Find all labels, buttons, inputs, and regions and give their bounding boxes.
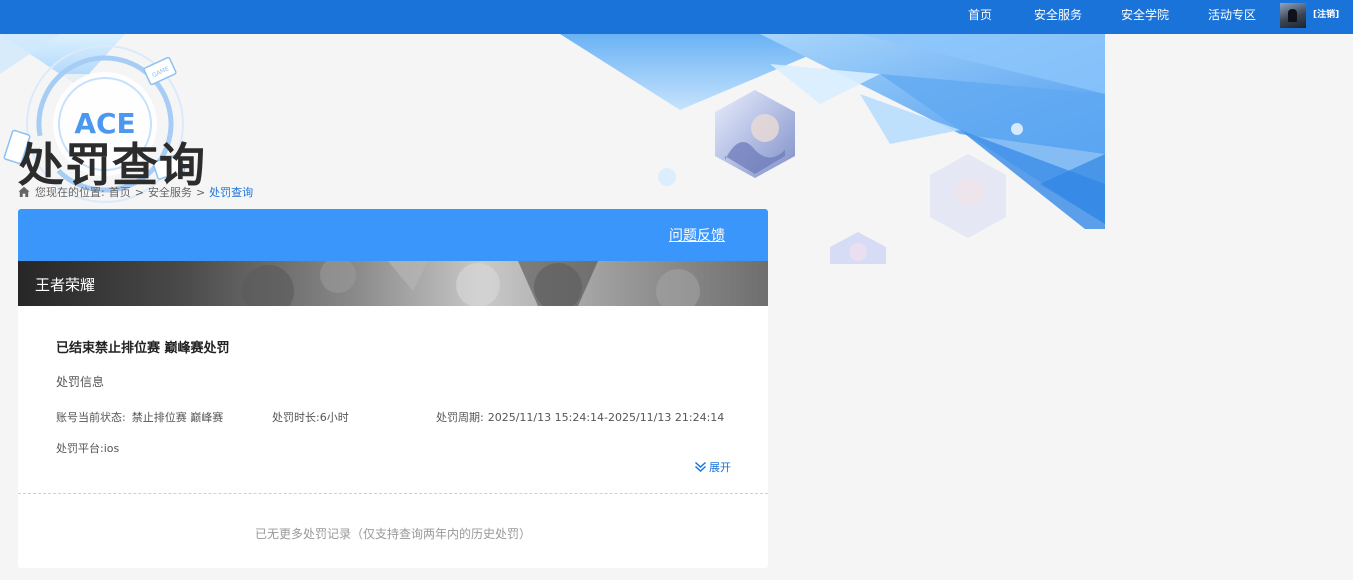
home-icon — [18, 186, 30, 197]
account-status-label: 账号当前状态: — [56, 411, 126, 424]
hero-portrait-hexagon-small — [830, 232, 886, 264]
penalty-platform-value: ios — [103, 442, 120, 455]
breadcrumb-separator: > — [134, 185, 144, 199]
hero-portrait-hexagon-faded — [930, 154, 1006, 238]
nav-item-security-services[interactable]: 安全服务 — [1034, 0, 1082, 34]
expand-button[interactable]: 展开 — [694, 459, 731, 475]
breadcrumb-separator: > — [195, 185, 206, 199]
nav-item-security-academy[interactable]: 安全学院 — [1121, 0, 1169, 34]
top-nav-bar: 首页 安全服务 安全学院 活动专区 [注销] — [0, 0, 1353, 34]
breadcrumb-security-services[interactable]: 安全服务 — [148, 184, 192, 200]
penalty-period-field: 处罚周期: 2025/11/13 15:24:14-2025/11/13 21:2… — [436, 409, 724, 425]
account-status-field: 账号当前状态: 禁止排位赛 巅峰赛 — [56, 409, 223, 425]
account-status-value: 禁止排位赛 巅峰赛 — [131, 411, 224, 424]
hero-portrait-hexagon — [715, 90, 795, 178]
record-divider — [18, 493, 768, 494]
penalty-duration-field: 处罚时长:6小时 — [272, 409, 349, 425]
game-characters-art — [242, 261, 700, 306]
penalty-platform-field: 处罚平台:ios — [56, 440, 119, 456]
card-header: 问题反馈 — [18, 209, 768, 261]
avatar[interactable] — [1280, 3, 1306, 28]
expand-label[interactable]: 展开 — [709, 459, 731, 475]
penalty-duration-value: 6小时 — [319, 411, 349, 424]
logout-link[interactable]: [注销] — [1313, 0, 1339, 34]
penalty-period-value: 2025/11/13 15:24:14-2025/11/13 21:24:14 — [487, 411, 725, 424]
game-name: 王者荣耀 — [35, 276, 96, 294]
nav-item-events[interactable]: 活动专区 — [1208, 0, 1256, 34]
penalty-card: 问题反馈 王者荣耀 已结束禁止排位赛 巅峰赛处罚 处罚信息 账号当前状态: 禁止排… — [18, 209, 768, 568]
no-more-records-text: 已无更多处罚记录（仅支持查询两年内的历史处罚） — [254, 527, 531, 541]
game-header-bar: 王者荣耀 — [18, 261, 768, 306]
nav-item-home[interactable]: 首页 — [968, 0, 992, 34]
record-title: 已结束禁止排位赛 巅峰赛处罚 — [56, 341, 230, 356]
breadcrumb-current[interactable]: 处罚查询 — [209, 184, 253, 200]
feedback-link[interactable]: 问题反馈 — [669, 225, 725, 245]
penalty-platform-label: 处罚平台: — [56, 442, 104, 455]
double-chevron-down-icon — [694, 461, 707, 473]
breadcrumb-prefix: 您现在的位置: — [35, 186, 105, 199]
penalty-duration-label: 处罚时长: — [272, 411, 320, 424]
breadcrumb: 您现在的位置: 首页 > 安全服务 > 处罚查询 — [18, 184, 253, 200]
penalty-period-label: 处罚周期: — [436, 411, 484, 424]
breadcrumb-home[interactable]: 首页 — [109, 184, 131, 200]
penalty-info-heading: 处罚信息 — [56, 375, 105, 389]
